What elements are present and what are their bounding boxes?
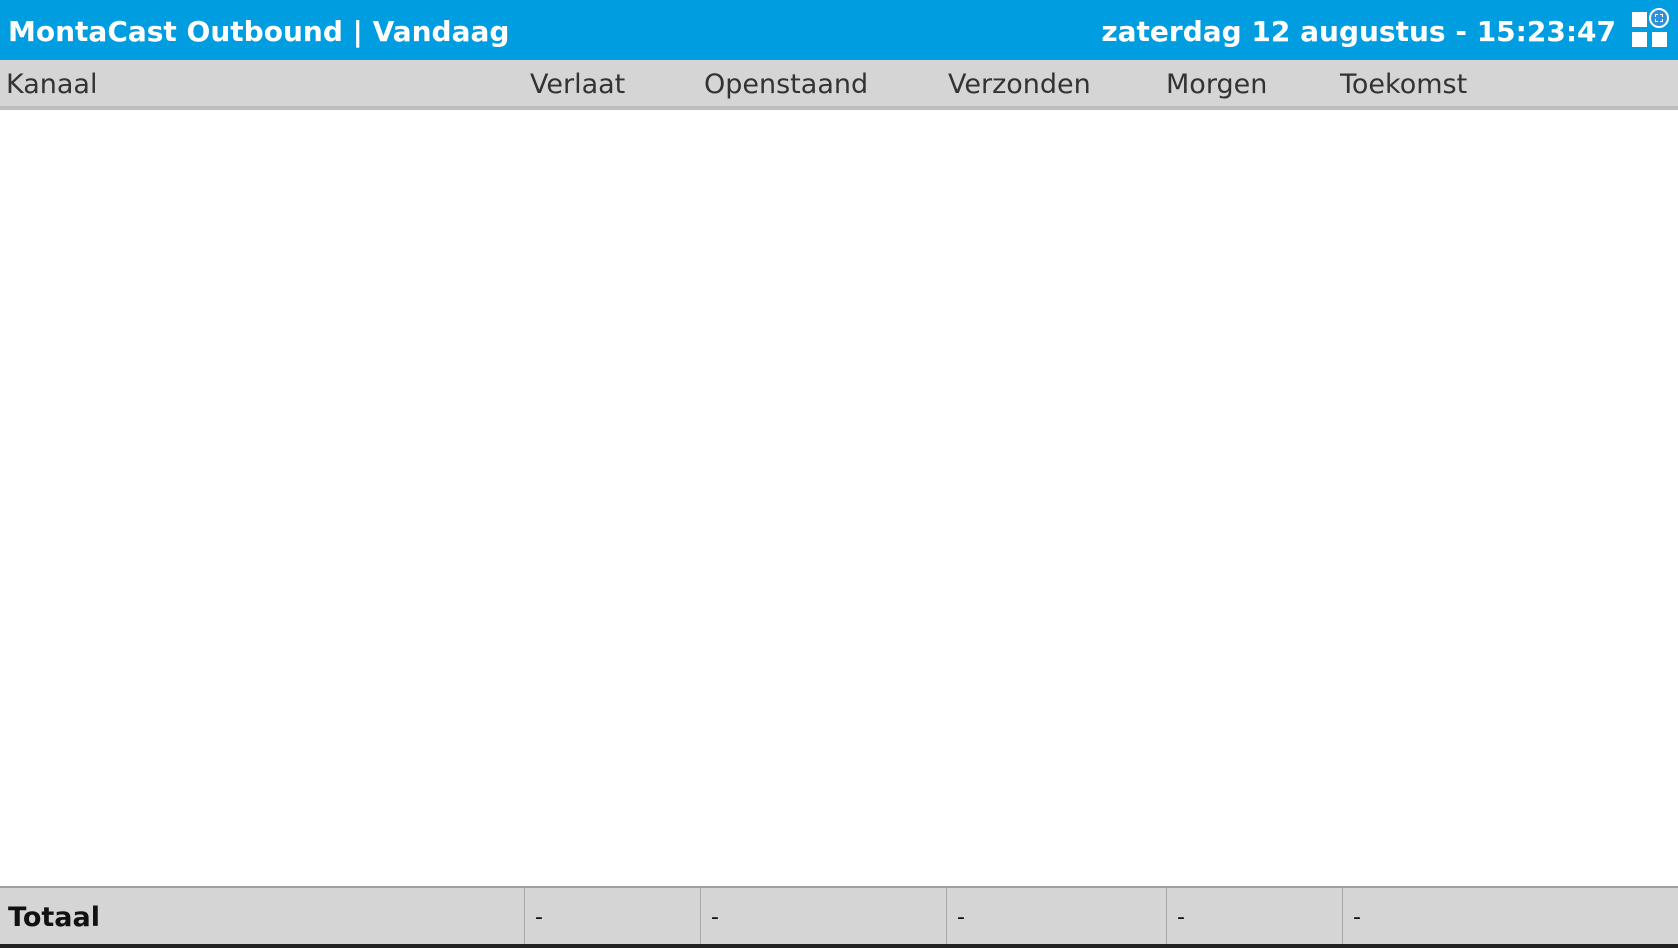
date-time-display: zaterdag 12 augustus - 15:23:47 xyxy=(1101,15,1616,48)
total-morgen: - xyxy=(1166,888,1342,944)
total-toekomst: - xyxy=(1342,888,1678,944)
total-row: Totaal - - - - - xyxy=(0,886,1678,948)
table-header: Kanaal Verlaat Openstaand Verzonden Morg… xyxy=(0,60,1678,110)
grid-square xyxy=(1632,12,1647,27)
dashboard-page: MontaCast Outbound | Vandaag zaterdag 12… xyxy=(0,0,1678,948)
column-header-morgen[interactable]: Morgen xyxy=(1166,60,1267,106)
column-header-verlaat[interactable]: Verlaat xyxy=(530,60,625,106)
total-label: Totaal xyxy=(8,902,100,933)
total-verzonden: - xyxy=(946,888,1166,944)
screenshot-badge-icon xyxy=(1649,8,1669,28)
column-header-toekomst[interactable]: Toekomst xyxy=(1340,60,1467,106)
dashboard-grid-icon[interactable] xyxy=(1632,8,1669,48)
table-body xyxy=(0,110,1678,886)
total-verlaat: - xyxy=(524,888,700,944)
grid-square xyxy=(1632,32,1647,47)
total-openstaand: - xyxy=(700,888,946,944)
app-title: MontaCast Outbound | Vandaag xyxy=(8,15,510,48)
column-header-verzonden[interactable]: Verzonden xyxy=(948,60,1091,106)
grid-square xyxy=(1652,32,1667,47)
top-bar: MontaCast Outbound | Vandaag zaterdag 12… xyxy=(0,0,1678,60)
column-header-openstaand[interactable]: Openstaand xyxy=(704,60,868,106)
column-header-kanaal[interactable]: Kanaal xyxy=(6,60,97,106)
